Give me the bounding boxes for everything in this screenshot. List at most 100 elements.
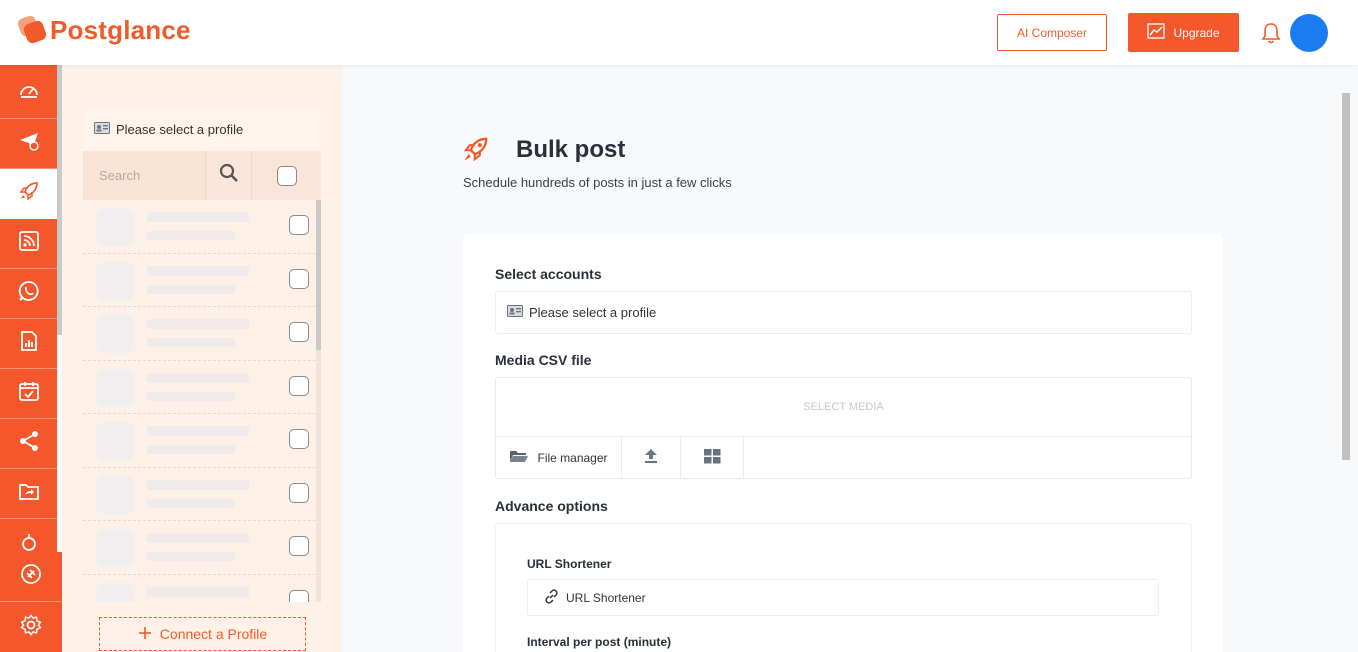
logo-mark-icon [16,14,48,46]
grid-view-button[interactable] [681,437,744,478]
url-shortener-select[interactable]: URL Shortener [527,579,1159,616]
profile-row[interactable] [83,361,321,414]
report-icon [18,330,40,357]
select-media-dropzone[interactable]: SELECT MEDIA [496,378,1191,437]
skeleton-avatar [96,529,134,567]
user-avatar[interactable] [1290,14,1328,52]
select-all-checkbox[interactable] [276,165,297,186]
dashboard-icon [18,80,40,107]
skeleton-line [147,212,249,222]
nav-plugins[interactable] [0,552,62,602]
trend-up-icon [1147,23,1166,42]
profile-row[interactable] [83,307,321,361]
profile-checkbox[interactable] [289,536,309,556]
nav-folder-share[interactable] [0,469,57,519]
search-icon [219,163,239,188]
profile-checkbox[interactable] [289,482,309,503]
ai-composer-button[interactable]: AI Composer [997,14,1107,51]
select-all-cell [251,151,321,200]
skeleton-line [147,426,249,436]
interval-label: Interval per post (minute) [527,635,672,649]
profile-search-row: Search [83,151,321,200]
select-accounts-field[interactable]: Please select a profile [495,291,1192,334]
calendar-icon [18,380,40,407]
nav-settings[interactable] [0,602,62,652]
profile-checkbox[interactable] [289,589,309,602]
skeleton-line [147,338,235,347]
page-title: Bulk post [516,136,626,163]
profile-row[interactable] [83,468,321,521]
nav-bulk-post[interactable] [0,169,57,219]
skeleton-avatar [96,422,134,460]
nav-reports[interactable] [0,319,57,369]
skeleton-avatar [96,261,134,300]
share-icon [18,430,40,457]
skeleton-line [147,372,249,383]
bell-icon[interactable] [1260,21,1282,45]
skeleton-line [147,265,249,276]
connect-profile-button[interactable]: Connect a Profile [99,617,306,651]
profile-row[interactable] [83,200,321,254]
profile-row[interactable] [83,521,321,575]
skeleton-line [147,479,249,490]
rocket-icon [462,135,490,163]
upgrade-button[interactable]: Upgrade [1128,13,1239,52]
skeleton-line [147,552,235,561]
profile-list-track [316,350,321,602]
profile-checkbox[interactable] [289,322,309,342]
nav-whatsapp[interactable] [0,269,57,319]
skeleton-line [147,231,235,240]
skeleton-line [147,445,235,454]
send-icon [18,130,40,157]
settings-icon [20,613,42,641]
id-card-icon [507,305,523,320]
file-manager-button[interactable]: File manager [496,437,622,478]
skeleton-line [147,284,235,294]
profile-search-input[interactable]: Search [83,151,205,200]
skeleton-line [147,586,249,597]
connect-profile-label: Connect a Profile [159,626,268,642]
url-shortener-label: URL Shortener [527,557,612,571]
skeleton-avatar [96,582,134,602]
profile-checkbox[interactable] [289,215,309,235]
upload-icon [644,448,658,467]
file-manager-label: File manager [537,450,608,465]
grid-icon [703,448,721,467]
id-card-icon [94,121,110,137]
select-accounts-value: Please select a profile [529,305,657,320]
plugin-icon [20,563,42,590]
top-header: Postglance AI Composer Upgrade [0,0,1358,65]
profile-panel-header: Please select a profile [83,107,321,151]
profile-row[interactable] [83,414,321,468]
brand-logo[interactable]: Postglance [16,14,191,46]
profile-checkbox[interactable] [289,375,309,396]
upload-button[interactable] [622,437,681,478]
main-scrollbar[interactable] [1342,93,1350,460]
profile-checkbox[interactable] [289,429,309,449]
profile-list [83,200,321,602]
profile-panel: Please select a profile Search Connect a… [62,65,342,652]
media-box: SELECT MEDIA File manager [495,377,1192,479]
search-button[interactable] [205,151,251,200]
profile-row[interactable] [83,254,321,307]
nav-publish[interactable] [0,119,57,169]
media-csv-label: Media CSV file [495,352,592,368]
skeleton-avatar [96,475,134,514]
brand-name: Postglance [50,14,191,45]
folder-share-icon [18,480,40,507]
profile-checkbox[interactable] [289,268,309,289]
profile-list-scrollbar[interactable] [316,200,321,350]
nav-rss[interactable] [0,219,57,269]
url-shortener-value: URL Shortener [566,590,646,605]
nav-calendar[interactable] [0,369,57,419]
icon-nav-bottom [0,552,62,652]
skeleton-avatar [96,368,134,407]
page-subtitle: Schedule hundreds of posts in just a few… [463,175,732,190]
whatsapp-icon [18,280,40,307]
profile-row[interactable] [83,575,321,602]
skeleton-line [147,533,249,543]
rss-icon [18,230,40,257]
advance-options-label: Advance options [495,498,608,514]
nav-share[interactable] [0,419,57,469]
nav-dashboard[interactable] [0,69,57,119]
